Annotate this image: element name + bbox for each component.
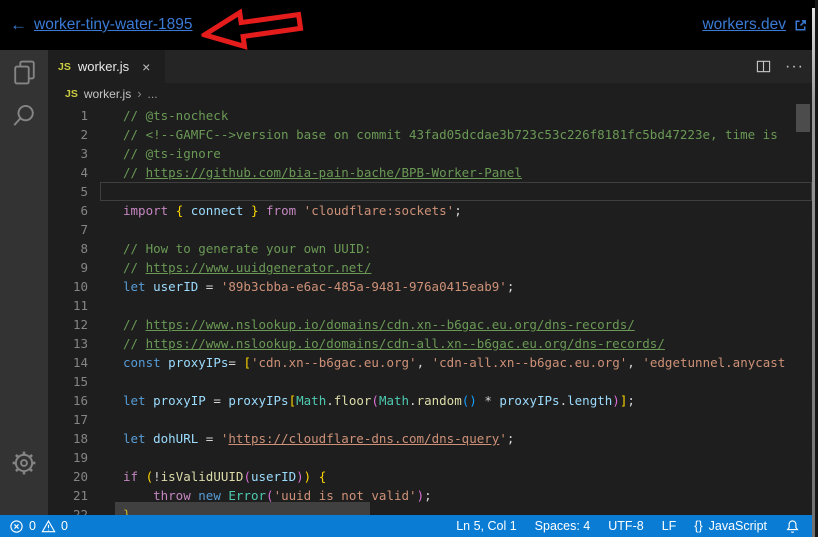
language-label: JavaScript xyxy=(709,519,767,533)
line-text: // https://www.uuidgenerator.net/ xyxy=(123,258,371,277)
error-circle-icon xyxy=(9,519,24,534)
code-line[interactable]: 8 // How to generate your own UUID: xyxy=(48,239,812,258)
code-line[interactable]: 16 let proxyIP = proxyIPs[Math.floor(Math… xyxy=(48,391,812,410)
code-line[interactable]: 11 xyxy=(48,296,812,315)
line-text: const proxyIPs= ['cdn.xn--b6gac.eu.org',… xyxy=(123,353,785,372)
red-arrow-annotation xyxy=(199,0,308,56)
horizontal-scrollbar[interactable] xyxy=(115,502,370,515)
line-number: 12 xyxy=(48,315,88,334)
status-bar: 0 0 Ln 5, Col 1 Spaces: 4 UTF-8 LF {} Ja… xyxy=(0,515,812,537)
line-text: // https://github.com/bia-pain-bache/BPB… xyxy=(123,163,522,182)
line-text: // How to generate your own UUID: xyxy=(123,239,371,258)
line-number: 4 xyxy=(48,163,88,182)
line-number: 3 xyxy=(48,144,88,163)
error-count: 0 xyxy=(29,519,36,533)
code-line[interactable]: 1 // @ts-nocheck xyxy=(48,106,812,125)
code-line[interactable]: 5 xyxy=(48,182,812,201)
breadcrumb-more[interactable]: ... xyxy=(148,87,158,101)
language-mode[interactable]: {} JavaScript xyxy=(694,519,767,533)
vertical-scrollbar[interactable] xyxy=(796,104,810,132)
code-line[interactable]: 6 import { connect } from 'cloudflare:soc… xyxy=(48,201,812,220)
line-text: let proxyIP = proxyIPs[Math.floor(Math.r… xyxy=(123,391,635,410)
indentation[interactable]: Spaces: 4 xyxy=(535,519,591,533)
line-number: 5 xyxy=(48,182,88,201)
code-line[interactable]: 14 const proxyIPs= ['cdn.xn--b6gac.eu.org… xyxy=(48,353,812,372)
external-link-icon[interactable] xyxy=(793,18,808,33)
breadcrumb-chevron-icon: › xyxy=(137,86,141,101)
line-text: // <!--GAMFC-->version base on commit 43… xyxy=(123,125,778,144)
warning-count: 0 xyxy=(61,519,68,533)
line-text: // https://www.nslookup.io/domains/cdn.x… xyxy=(123,315,635,334)
code-lines: 1 // @ts-nocheck 2 // <!--GAMFC-->version b… xyxy=(48,106,812,515)
line-number: 14 xyxy=(48,353,88,372)
line-text: if (!isValidUUID(userID)) { xyxy=(123,467,326,486)
code-line[interactable]: 7 xyxy=(48,220,812,239)
line-text: let dohURL = 'https://cloudflare-dns.com… xyxy=(123,429,514,448)
code-line[interactable]: 20 if (!isValidUUID(userID)) { xyxy=(48,467,812,486)
split-editor-icon[interactable] xyxy=(756,59,771,74)
line-number: 2 xyxy=(48,125,88,144)
editor-group: JS worker.js × ··· JS worker.js › ... xyxy=(48,50,812,515)
code-line[interactable]: 2 // <!--GAMFC-->version base on commit 4… xyxy=(48,125,812,144)
line-text: // @ts-ignore xyxy=(123,144,221,163)
line-number: 8 xyxy=(48,239,88,258)
more-actions-icon[interactable]: ··· xyxy=(785,62,804,72)
current-line-highlight xyxy=(100,182,812,201)
top-header: ← worker-tiny-water-1895 workers.dev xyxy=(0,0,818,50)
line-number: 10 xyxy=(48,277,88,296)
line-number: 21 xyxy=(48,486,88,505)
line-number: 15 xyxy=(48,372,88,391)
code-line[interactable]: 4 // https://github.com/bia-pain-bache/BP… xyxy=(48,163,812,182)
breadcrumb-js-icon: JS xyxy=(65,88,78,100)
workers-dev-link[interactable]: workers.dev xyxy=(702,16,786,34)
encoding[interactable]: UTF-8 xyxy=(608,519,643,533)
line-text: // https://www.nslookup.io/domains/cdn-a… xyxy=(123,334,665,353)
worker-name-link[interactable]: worker-tiny-water-1895 xyxy=(34,16,193,34)
line-text: import { connect } from 'cloudflare:sock… xyxy=(123,201,462,220)
code-editor[interactable]: 1 // @ts-nocheck 2 // <!--GAMFC-->version b… xyxy=(48,104,812,515)
line-number: 20 xyxy=(48,467,88,486)
tab-label: worker.js xyxy=(78,59,129,74)
line-number: 17 xyxy=(48,410,88,429)
line-text: let userID = '89b3cbba-e6ac-485a-9481-97… xyxy=(123,277,514,296)
code-line[interactable]: 12 // https://www.nslookup.io/domains/cdn… xyxy=(48,315,812,334)
line-number: 22 xyxy=(48,505,88,515)
cursor-position[interactable]: Ln 5, Col 1 xyxy=(456,519,516,533)
line-number: 19 xyxy=(48,448,88,467)
line-number: 7 xyxy=(48,220,88,239)
app-window: ← worker-tiny-water-1895 workers.dev xyxy=(0,0,818,537)
tab-bar: JS worker.js × ··· xyxy=(48,50,812,83)
search-icon[interactable] xyxy=(0,94,48,138)
code-line[interactable]: 17 xyxy=(48,410,812,429)
code-line[interactable]: 15 xyxy=(48,372,812,391)
warning-triangle-icon xyxy=(41,519,56,534)
tab-worker-js[interactable]: JS worker.js × xyxy=(48,50,165,83)
notifications-bell-icon[interactable] xyxy=(785,519,800,534)
breadcrumb-file[interactable]: worker.js xyxy=(84,87,131,101)
line-number: 1 xyxy=(48,106,88,125)
code-line[interactable]: 13 // https://www.nslookup.io/domains/cdn… xyxy=(48,334,812,353)
problems-status[interactable]: 0 0 xyxy=(0,519,68,534)
back-arrow-icon[interactable]: ← xyxy=(10,15,27,35)
explorer-icon[interactable] xyxy=(0,50,48,94)
code-line[interactable]: 10 let userID = '89b3cbba-e6ac-485a-9481-… xyxy=(48,277,812,296)
line-number: 16 xyxy=(48,391,88,410)
eol-sequence[interactable]: LF xyxy=(662,519,677,533)
code-line[interactable]: 3 // @ts-ignore xyxy=(48,144,812,163)
breadcrumb[interactable]: JS worker.js › ... xyxy=(48,83,812,104)
line-number: 9 xyxy=(48,258,88,277)
code-line[interactable]: 18 let dohURL = 'https://cloudflare-dns.c… xyxy=(48,429,812,448)
activity-bar xyxy=(0,50,48,515)
braces-icon: {} xyxy=(694,519,702,533)
line-number: 18 xyxy=(48,429,88,448)
line-number: 11 xyxy=(48,296,88,315)
line-number: 13 xyxy=(48,334,88,353)
tab-close-icon[interactable]: × xyxy=(142,59,150,75)
code-line[interactable]: 9 // https://www.uuidgenerator.net/ xyxy=(48,258,812,277)
line-number: 6 xyxy=(48,201,88,220)
line-text: // @ts-nocheck xyxy=(123,106,228,125)
js-file-icon: JS xyxy=(58,61,71,73)
code-line[interactable]: 19 xyxy=(48,448,812,467)
settings-gear-icon[interactable] xyxy=(0,441,48,485)
